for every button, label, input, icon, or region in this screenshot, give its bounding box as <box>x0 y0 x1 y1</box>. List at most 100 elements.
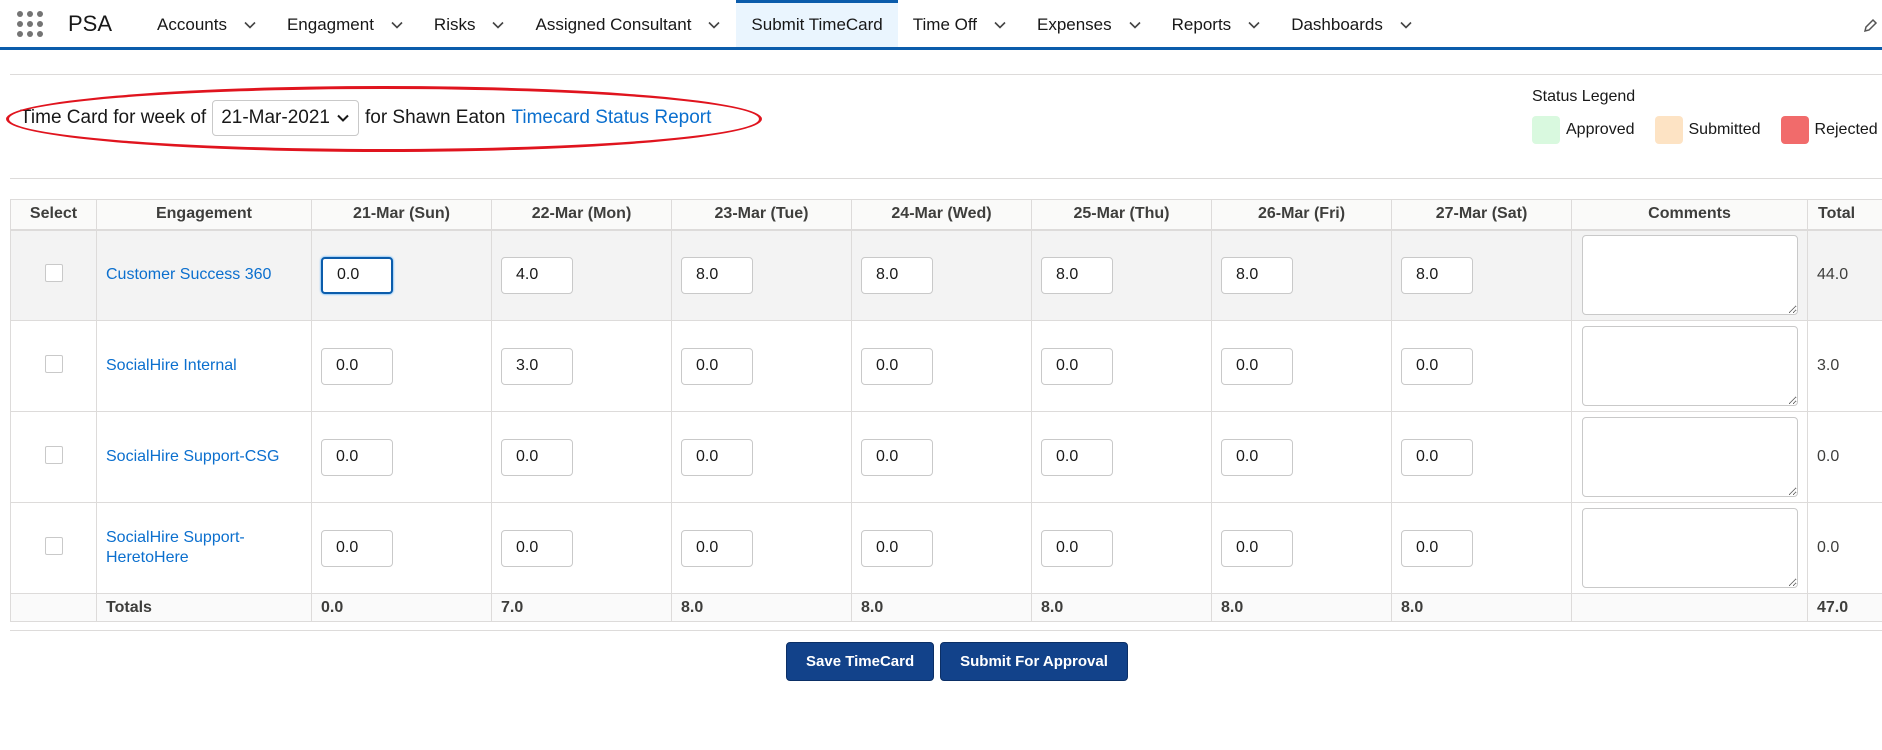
hours-input[interactable] <box>1401 347 1473 385</box>
nav-tab-accounts[interactable]: Accounts <box>142 0 272 47</box>
hours-input[interactable] <box>321 256 393 294</box>
comments-textarea[interactable] <box>1581 417 1798 497</box>
status-legend-title: Status Legend <box>1532 88 1636 105</box>
hours-input[interactable] <box>321 347 393 385</box>
column-header-total: Total <box>1807 199 1882 231</box>
hours-input[interactable] <box>501 347 573 385</box>
hours-input[interactable] <box>1221 438 1293 476</box>
comments-textarea[interactable] <box>1581 326 1798 406</box>
chevron-down-icon[interactable] <box>1128 18 1142 32</box>
nav-tab-label: Time Off <box>912 15 977 34</box>
hours-input[interactable] <box>861 529 933 567</box>
save-timecard-button[interactable]: Save TimeCard <box>786 642 935 681</box>
timecard-week-header: Time Card for week of 21-Mar-2021 for Sh… <box>20 100 711 136</box>
chevron-down-icon[interactable] <box>1399 18 1413 32</box>
hours-input[interactable] <box>861 438 933 476</box>
hours-input[interactable] <box>1221 529 1293 567</box>
hours-input[interactable] <box>1041 529 1113 567</box>
chevron-down-icon[interactable] <box>243 18 257 32</box>
hours-input[interactable] <box>681 256 753 294</box>
chevron-down-icon[interactable] <box>1247 18 1261 32</box>
hours-input[interactable] <box>1401 529 1473 567</box>
hours-input[interactable] <box>1401 438 1473 476</box>
hours-cell <box>671 320 852 412</box>
hours-input[interactable] <box>501 529 573 567</box>
day-total: 0.0 <box>311 593 492 622</box>
hours-cell <box>1211 502 1392 594</box>
hours-input[interactable] <box>681 529 753 567</box>
hours-cell <box>311 411 492 503</box>
hours-input[interactable] <box>861 347 933 385</box>
nav-tab-dashboards[interactable]: Dashboards <box>1276 0 1428 47</box>
chevron-down-icon[interactable] <box>491 18 505 32</box>
engagement-link[interactable]: SocialHire Support-HeretoHere <box>106 528 256 568</box>
row-select-checkbox[interactable] <box>44 263 63 282</box>
engagement-link[interactable]: SocialHire Support-CSG <box>106 448 279 465</box>
day-total: 7.0 <box>491 593 672 622</box>
submit-for-approval-button[interactable]: Submit For Approval <box>940 642 1128 681</box>
timecard-status-report-link[interactable]: Timecard Status Report <box>511 107 711 129</box>
nav-tab-time-off[interactable]: Time Off <box>898 0 1022 47</box>
row-total: 3.0 <box>1807 320 1882 412</box>
hours-cell <box>491 229 672 321</box>
app-name: PSA <box>68 10 113 36</box>
hours-cell <box>851 320 1032 412</box>
nav-tab-risks[interactable]: Risks <box>419 0 521 47</box>
nav-tab-label: Engagment <box>286 15 374 34</box>
row-total: 0.0 <box>1807 502 1882 594</box>
status-legend: Approved Submitted Rejected <box>1532 116 1882 144</box>
week-select[interactable]: 21-Mar-2021 <box>212 100 359 136</box>
row-select-checkbox[interactable] <box>44 536 63 555</box>
hours-cell <box>671 502 852 594</box>
nav-tab-label: Expenses <box>1036 15 1112 34</box>
day-total: 8.0 <box>1211 593 1392 622</box>
chevron-down-icon[interactable] <box>707 18 721 32</box>
hours-input[interactable] <box>501 438 573 476</box>
comments-textarea[interactable] <box>1581 508 1798 588</box>
hours-cell <box>311 320 492 412</box>
nav-tab-submit-timecard[interactable]: Submit TimeCard <box>736 0 898 47</box>
totals-empty-cell <box>1571 593 1808 622</box>
hours-input[interactable] <box>501 256 573 294</box>
column-header-select: Select <box>10 199 97 231</box>
hours-input[interactable] <box>681 347 753 385</box>
timecard-table: Select Engagement 21-Mar (Sun) 22-Mar (M… <box>10 199 1882 622</box>
comments-textarea[interactable] <box>1581 235 1798 316</box>
nav-tab-assigned-consultant[interactable]: Assigned Consultant <box>520 0 736 47</box>
nav-tab-engagment[interactable]: Engagment <box>272 0 419 47</box>
engagement-link[interactable]: SocialHire Internal <box>106 357 237 374</box>
hours-input[interactable] <box>321 438 393 476</box>
table-row: SocialHire Support-CSG 0.0 <box>10 411 1882 503</box>
nav-tab-reports[interactable]: Reports <box>1157 0 1277 47</box>
comments-cell <box>1571 411 1808 503</box>
row-select-checkbox[interactable] <box>44 445 63 464</box>
nav-tab-label: Submit TimeCard <box>751 15 883 34</box>
day-total: 8.0 <box>1031 593 1212 622</box>
hours-input[interactable] <box>681 438 753 476</box>
row-select-checkbox[interactable] <box>44 354 63 373</box>
hours-cell <box>851 229 1032 321</box>
hours-input[interactable] <box>861 256 933 294</box>
nav-tab-label: Reports <box>1171 15 1232 34</box>
column-header-engagement: Engagement <box>96 199 312 231</box>
comments-cell <box>1571 320 1808 412</box>
hours-cell <box>311 229 492 321</box>
app-launcher-icon[interactable] <box>0 0 60 47</box>
hours-input[interactable] <box>1041 347 1113 385</box>
hours-cell <box>311 502 492 594</box>
pencil-edit-icon[interactable] <box>1862 18 1878 34</box>
chevron-down-icon[interactable] <box>993 18 1007 32</box>
column-header-day: 27-Mar (Sat) <box>1391 199 1572 231</box>
nav-tab-expenses[interactable]: Expenses <box>1022 0 1157 47</box>
hours-input[interactable] <box>1041 256 1113 294</box>
hours-cell <box>491 320 672 412</box>
hours-input[interactable] <box>1221 347 1293 385</box>
grand-total: 47.0 <box>1807 593 1882 622</box>
hours-input[interactable] <box>1041 438 1113 476</box>
nav-tab-label: Assigned Consultant <box>535 15 692 34</box>
hours-input[interactable] <box>321 529 393 567</box>
engagement-link[interactable]: Customer Success 360 <box>106 266 271 283</box>
hours-input[interactable] <box>1401 256 1473 294</box>
chevron-down-icon[interactable] <box>390 18 404 32</box>
hours-input[interactable] <box>1221 256 1293 294</box>
